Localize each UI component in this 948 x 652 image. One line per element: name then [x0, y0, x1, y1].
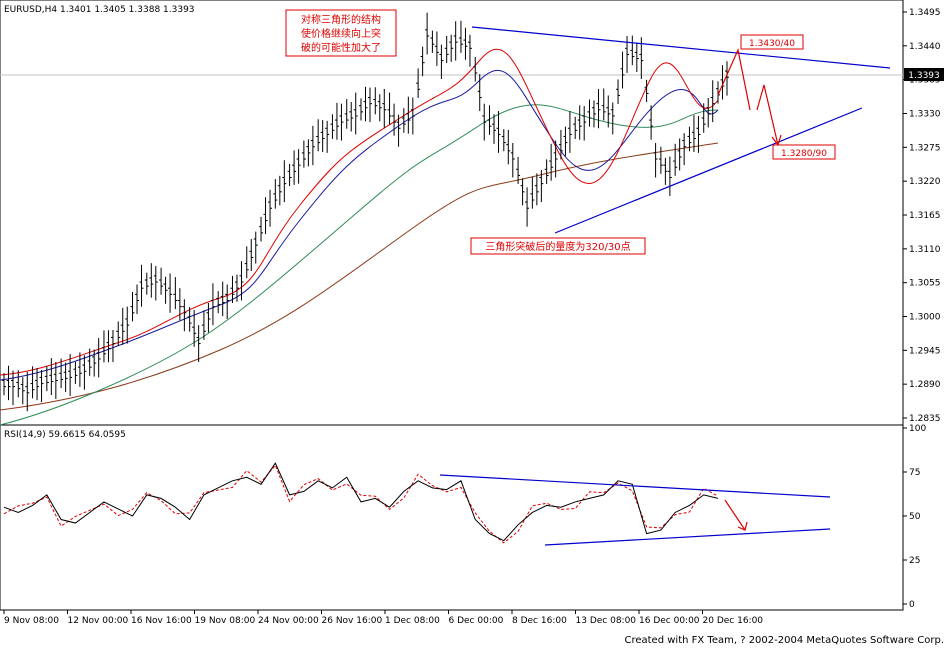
rsi-header: RSI(14,9) 59.6615 64.0595	[4, 430, 126, 440]
price-tick-label: 1.3055	[909, 279, 941, 289]
rsi-panel	[0, 424, 904, 611]
annotation-top-line3: 破的可能性加大了	[301, 41, 381, 54]
price-tick-label: 1.3110	[909, 245, 941, 255]
price-tick-label: 1.3000	[909, 313, 941, 323]
annotation-top-line1: 对称三角形的结构	[301, 13, 381, 26]
target-up-label: 1.3430/40	[749, 39, 795, 49]
rsi-tick-label: 75	[909, 468, 920, 478]
time-tick-label: 8 Dec 16:00	[512, 616, 567, 626]
price-tick-label: 1.3495	[909, 8, 941, 18]
rsi-tick-label: 50	[909, 512, 921, 522]
time-tick-label: 16 Dec 00:00	[639, 616, 700, 626]
time-tick-label: 16 Nov 16:00	[131, 616, 192, 626]
chart-canvas: EURUSD,H4 1.3401 1.3405 1.3388 1.3393 RS…	[0, 0, 944, 646]
current-price-label: 1.3393	[908, 71, 940, 81]
time-tick-label: 1 Dec 08:00	[385, 616, 440, 626]
time-tick-label: 24 Nov 00:00	[258, 616, 319, 626]
time-tick-label: 13 Dec 08:00	[576, 616, 637, 626]
time-tick-label: 6 Dec 00:00	[449, 616, 504, 626]
time-tick-label: 26 Nov 16:00	[322, 616, 383, 626]
time-tick-label: 12 Nov 00:00	[68, 616, 129, 626]
annotation-top-line2: 使价格继续向上突	[301, 27, 381, 40]
rsi-tick-label: 0	[909, 600, 915, 610]
price-tick-label: 1.3220	[909, 177, 941, 187]
time-tick-label: 9 Nov 08:00	[4, 616, 59, 626]
price-tick-label: 1.3440	[909, 42, 941, 52]
rsi-tick-label: 25	[909, 556, 920, 566]
chart-window: EURUSD,H4 1.3401 1.3405 1.3388 1.3393 RS…	[0, 0, 948, 648]
price-tick-label: 1.2890	[909, 380, 941, 390]
price-tick-label: 1.3330	[909, 110, 941, 120]
target-down-label: 1.3280/90	[781, 149, 827, 159]
price-tick-label: 1.2945	[909, 346, 941, 356]
rsi-axis: 100 75 50 25 0	[903, 424, 926, 610]
rsi-tick-label: 100	[909, 424, 926, 434]
time-axis: 9 Nov 08:00 12 Nov 00:00 16 Nov 16:00 19 No…	[3, 610, 764, 626]
price-tick-label: 1.3275	[909, 143, 941, 153]
annotation-bottom-text: 三角形突破后的量度为320/30点	[485, 240, 630, 253]
footer-credit: Created with FX Team, ? 2002-2004 MetaQu…	[624, 635, 944, 646]
price-tick-label: 1.2835	[909, 414, 941, 424]
time-tick-label: 20 Dec 16:00	[703, 616, 764, 626]
time-tick-label: 19 Nov 08:00	[195, 616, 256, 626]
price-panel	[0, 0, 904, 426]
price-tick-label: 1.3165	[909, 211, 941, 221]
price-header: EURUSD,H4 1.3401 1.3405 1.3388 1.3393	[4, 5, 195, 15]
